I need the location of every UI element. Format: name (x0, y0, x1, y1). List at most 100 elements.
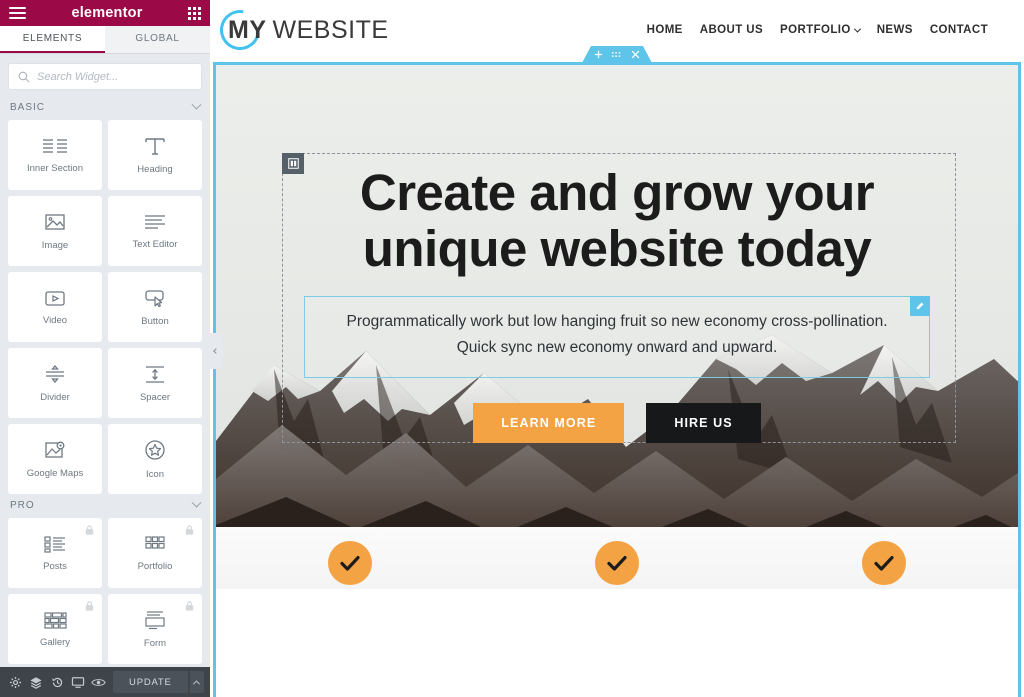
chevron-down-icon (853, 25, 861, 33)
feature-item[interactable] (751, 527, 1018, 589)
elementor-editor: elementor ELEMENTS GLOBAL BASIC (0, 0, 1024, 697)
basic-widget-grid: Inner Section Heading Image Text Editor … (0, 120, 210, 494)
check-icon (594, 541, 639, 585)
hero-heading-line1: Create and grow your (359, 164, 875, 221)
category-basic-label: BASIC (10, 102, 46, 113)
button-cursor-icon (145, 290, 164, 308)
widget-form[interactable]: Form (108, 594, 202, 664)
hero-heading-line2: unique website today (362, 220, 872, 277)
nav-item-home[interactable]: HOME (647, 24, 683, 36)
widget-image[interactable]: Image (8, 196, 102, 266)
widget-label: Spacer (139, 392, 171, 403)
tab-elements[interactable]: ELEMENTS (0, 26, 105, 53)
image-icon (45, 214, 65, 230)
search-box[interactable] (8, 63, 202, 90)
navigator-layers-icon[interactable] (27, 667, 47, 697)
hero-heading[interactable]: Create and grow your unique website toda… (216, 165, 1018, 277)
caret-up-icon (193, 679, 201, 687)
category-pro[interactable]: PRO (0, 494, 210, 518)
check-icon (862, 541, 907, 585)
widget-icon[interactable]: Icon (108, 424, 202, 494)
widget-label: Heading (137, 164, 173, 175)
learn-more-button[interactable]: LEARN MORE (473, 403, 625, 443)
plus-icon[interactable] (594, 50, 603, 59)
form-icon (145, 611, 165, 630)
search-icon (18, 71, 30, 82)
video-play-icon (45, 291, 65, 306)
update-button[interactable]: UPDATE (113, 671, 188, 693)
divider-icon (46, 364, 64, 384)
widget-label: Text Editor (132, 239, 178, 250)
apps-grid-icon[interactable] (187, 6, 201, 20)
nav-label: HOME (646, 24, 683, 36)
widget-label: Button (141, 316, 169, 327)
history-icon[interactable] (47, 667, 67, 697)
nav-label: NEWS (876, 24, 913, 36)
posts-list-icon (44, 536, 65, 553)
heading-t-icon (145, 138, 165, 155)
star-circle-icon (145, 440, 165, 460)
lock-icon (85, 601, 94, 611)
hamburger-icon[interactable] (9, 7, 26, 19)
panel-tabs: ELEMENTS GLOBAL (0, 26, 210, 54)
hero-section: Create and grow your unique website toda… (216, 65, 1018, 589)
settings-gear-icon[interactable] (6, 667, 26, 697)
map-pin-icon (45, 441, 65, 458)
nav-item-about-us[interactable]: ABOUT US (700, 24, 763, 36)
site-nav: HOME ABOUT US PORTFOLIO NEWS CONTACT (647, 24, 988, 36)
selected-section[interactable]: Create and grow your unique website toda… (213, 62, 1021, 697)
close-x-icon[interactable] (631, 50, 640, 59)
widget-heading[interactable]: Heading (108, 120, 202, 190)
widget-label: Divider (40, 392, 70, 403)
widget-text-editor[interactable]: Text Editor (108, 196, 202, 266)
text-editor-widget[interactable]: Programmatically work but low hanging fr… (304, 296, 930, 378)
check-icon (327, 541, 372, 585)
category-basic[interactable]: BASIC (0, 96, 210, 120)
widget-google-maps[interactable]: Google Maps (8, 424, 102, 494)
feature-item[interactable] (483, 527, 750, 589)
widget-label: Form (143, 638, 167, 649)
widget-label: Image (41, 240, 69, 251)
category-pro-label: PRO (10, 500, 35, 511)
columns-icon (43, 139, 67, 153)
nav-item-portfolio[interactable]: PORTFOLIO (780, 24, 861, 36)
hero-text-line2: Quick sync new economy onward and upward… (456, 339, 778, 356)
nav-label: ABOUT US (699, 24, 764, 36)
elementor-logo: elementor (71, 5, 143, 21)
update-options-button[interactable] (188, 671, 205, 693)
widget-label: Gallery (39, 637, 71, 648)
section-handle-toolbar[interactable] (582, 46, 652, 63)
preview-eye-icon[interactable] (88, 667, 108, 697)
widget-divider[interactable]: Divider (8, 348, 102, 418)
pro-widget-grid: Posts Portfolio Gallery Form (0, 518, 210, 664)
features-row (216, 527, 1018, 589)
logo-text-first: MY (228, 15, 267, 44)
elementor-panel: elementor ELEMENTS GLOBAL BASIC (0, 0, 210, 697)
pencil-edit-icon[interactable] (910, 296, 930, 316)
spacer-arrows-icon (146, 366, 164, 383)
nav-label: PORTFOLIO (780, 24, 851, 36)
collapse-panel-button[interactable] (210, 333, 222, 369)
responsive-mode-icon[interactable] (68, 667, 88, 697)
widget-gallery[interactable]: Gallery (8, 594, 102, 664)
text-lines-icon (145, 215, 165, 229)
hire-us-button[interactable]: HIRE US (646, 403, 761, 443)
hero-content: Create and grow your unique website toda… (216, 65, 1018, 443)
widget-inner-section[interactable]: Inner Section (8, 120, 102, 190)
nav-item-news[interactable]: NEWS (877, 24, 913, 36)
site-logo[interactable]: MY WEBSITE (212, 2, 389, 58)
widget-portfolio[interactable]: Portfolio (108, 518, 202, 588)
widget-posts[interactable]: Posts (8, 518, 102, 588)
feature-item[interactable] (216, 527, 483, 589)
widget-label: Posts (43, 561, 67, 572)
search-input[interactable] (37, 70, 192, 83)
widget-spacer[interactable]: Spacer (108, 348, 202, 418)
widget-video[interactable]: Video (8, 272, 102, 342)
tab-global[interactable]: GLOBAL (105, 26, 210, 53)
nav-label: CONTACT (929, 24, 988, 36)
nav-item-contact[interactable]: CONTACT (930, 24, 988, 36)
widget-button[interactable]: Button (108, 272, 202, 342)
drag-dots-icon[interactable] (612, 51, 622, 59)
widget-label: Google Maps (26, 468, 84, 479)
collapse-panel-arrow-icon (213, 348, 219, 354)
